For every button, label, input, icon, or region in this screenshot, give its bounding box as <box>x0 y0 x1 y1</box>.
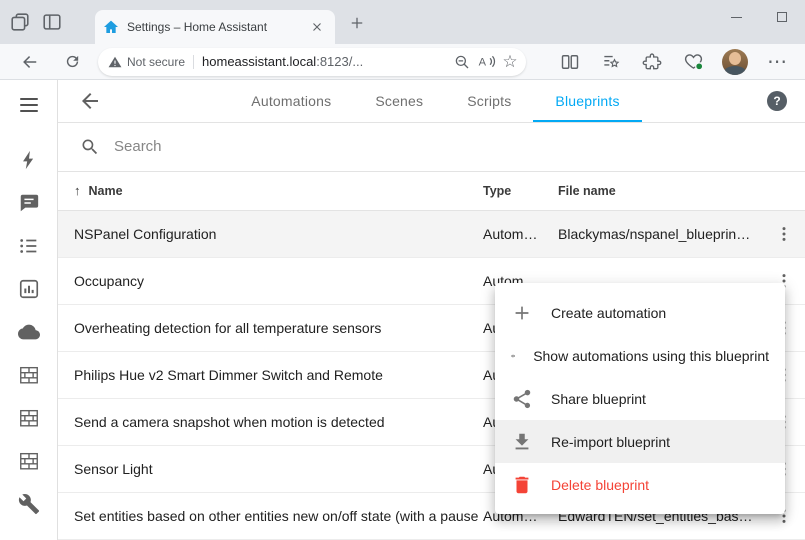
row-name: Send a camera snapshot when motion is de… <box>58 414 483 430</box>
row-name: NSPanel Configuration <box>58 226 483 242</box>
svg-text:A: A <box>478 56 486 68</box>
window-minimize-button[interactable] <box>713 0 759 34</box>
row-name: Philips Hue v2 Smart Dimmer Switch and R… <box>58 367 483 383</box>
extensions-icon[interactable] <box>640 50 664 74</box>
table-row[interactable]: NSPanel Configuration Autom… Blackymas/n… <box>58 211 805 258</box>
trash-icon <box>511 474 533 496</box>
wrench-icon[interactable] <box>17 492 41 516</box>
menu-item-show-automations[interactable]: Show automations using this blueprint <box>495 334 785 377</box>
chat-bubble-icon[interactable] <box>17 191 41 215</box>
browser-essentials-icon[interactable] <box>681 50 705 74</box>
browser-menu-icon[interactable]: ⋯ <box>765 50 789 74</box>
tab-scenes[interactable]: Scenes <box>353 80 445 122</box>
search-row <box>58 123 805 172</box>
eye-icon <box>511 345 515 367</box>
ha-sidebar <box>0 80 58 540</box>
row-overflow-menu-icon[interactable] <box>763 224 805 244</box>
plus-icon <box>511 302 533 324</box>
not-secure-label: Not secure <box>127 55 185 69</box>
window-maximize-button[interactable] <box>759 0 805 34</box>
row-file: Blackymas/nspanel_blueprin… <box>558 226 763 242</box>
bricks-icon[interactable] <box>17 406 41 430</box>
browser-tab[interactable]: Settings – Home Assistant <box>95 10 335 44</box>
browser-toolbar: Not secure homeassistant.local:8123/... … <box>0 44 805 80</box>
menu-item-delete-blueprint[interactable]: Delete blueprint <box>495 463 785 506</box>
cloud-icon[interactable] <box>17 320 41 344</box>
bricks-icon[interactable] <box>17 363 41 387</box>
tab-automations[interactable]: Automations <box>229 80 353 122</box>
ha-back-icon[interactable] <box>76 87 104 115</box>
column-header-name[interactable]: ↑Name <box>58 183 483 198</box>
tab-scripts[interactable]: Scripts <box>445 80 533 122</box>
list-icon[interactable] <box>17 234 41 258</box>
column-header-file[interactable]: File name <box>558 184 763 198</box>
zoom-out-icon[interactable] <box>450 50 474 74</box>
share-icon <box>511 388 533 410</box>
bricks-icon[interactable] <box>17 449 41 473</box>
warning-triangle-icon <box>108 55 122 69</box>
menu-item-share-blueprint[interactable]: Share blueprint <box>495 377 785 420</box>
tab-actions-icon[interactable] <box>38 8 66 36</box>
ha-appbar: Automations Scenes Scripts Blueprints ? <box>58 80 805 123</box>
row-name: Set entities based on other entities new… <box>58 508 483 524</box>
profile-avatar[interactable] <box>722 49 748 75</box>
download-icon <box>511 431 533 453</box>
blueprint-context-menu: Create automation Show automations using… <box>495 283 785 514</box>
ha-nav-tabs: Automations Scenes Scripts Blueprints <box>104 80 767 122</box>
address-divider <box>193 55 194 69</box>
browser-window: Settings – Home Assistant Not secure <box>0 0 805 540</box>
bar-chart-icon[interactable] <box>17 277 41 301</box>
tab-blueprints[interactable]: Blueprints <box>533 80 641 122</box>
sort-ascending-icon: ↑ <box>74 183 81 198</box>
browser-titlebar: Settings – Home Assistant <box>0 0 805 44</box>
favorite-star-icon[interactable]: ☆ <box>498 50 522 74</box>
help-icon[interactable]: ? <box>767 91 787 111</box>
search-input[interactable] <box>114 138 783 155</box>
home-assistant-favicon <box>103 19 119 35</box>
row-name: Sensor Light <box>58 461 483 477</box>
url-text: homeassistant.local:8123/... <box>202 54 450 69</box>
lightning-icon[interactable] <box>17 148 41 172</box>
site-security-badge[interactable]: Not secure <box>108 55 185 69</box>
tab-close-icon[interactable] <box>307 17 327 37</box>
column-header-type[interactable]: Type <box>483 184 558 198</box>
new-tab-icon[interactable] <box>344 10 370 36</box>
address-bar[interactable]: Not secure homeassistant.local:8123/... … <box>98 48 526 76</box>
row-type: Autom… <box>483 226 558 242</box>
tab-title: Settings – Home Assistant <box>127 20 307 34</box>
menu-item-create-automation[interactable]: Create automation <box>495 291 785 334</box>
row-name: Occupancy <box>58 273 483 289</box>
window-controls <box>713 0 805 34</box>
back-icon[interactable] <box>16 48 44 76</box>
split-screen-icon[interactable] <box>558 50 582 74</box>
read-aloud-icon[interactable]: A <box>474 50 498 74</box>
sidebar-menu-icon[interactable] <box>17 93 41 117</box>
table-header: ↑Name Type File name <box>58 172 805 211</box>
search-icon[interactable] <box>80 137 100 157</box>
favorites-hub-icon[interactable] <box>599 50 623 74</box>
menu-item-reimport-blueprint[interactable]: Re-import blueprint <box>495 420 785 463</box>
row-name: Overheating detection for all temperatur… <box>58 320 483 336</box>
workspaces-icon[interactable] <box>6 8 34 36</box>
refresh-icon[interactable] <box>58 48 86 76</box>
